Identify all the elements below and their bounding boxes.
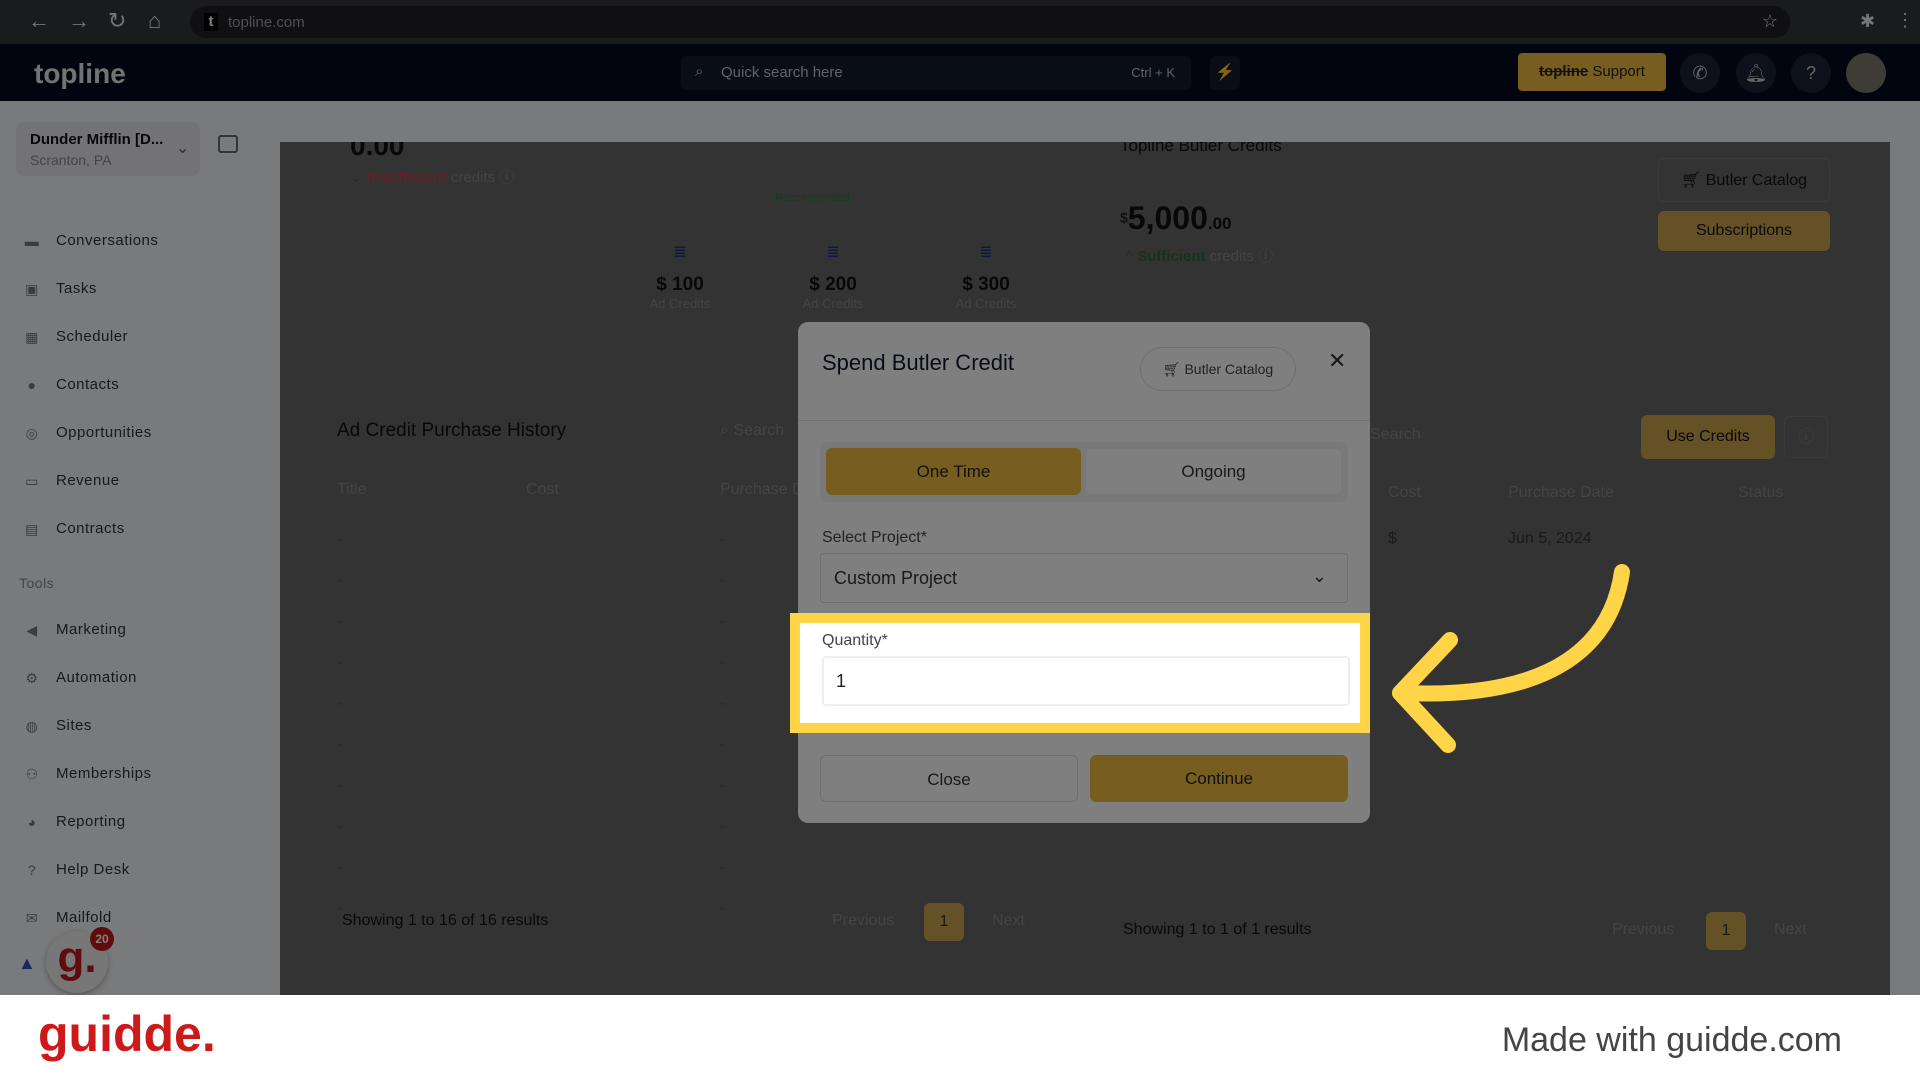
guidde-footer: guidde. Made with guidde.com (0, 995, 1920, 1080)
quantity-label: Quantity* (822, 632, 888, 649)
quantity-value: 1 (836, 671, 847, 691)
quantity-input[interactable]: 1 (822, 656, 1350, 706)
made-with-guidde: Made with guidde.com (1501, 1021, 1842, 1059)
guidde-logo: guidde. (38, 1006, 216, 1062)
pointer-arrow-icon (1392, 564, 1630, 753)
tutorial-dim-overlay (0, 0, 1920, 995)
quantity-highlight: Quantity* 1 (790, 613, 1370, 733)
